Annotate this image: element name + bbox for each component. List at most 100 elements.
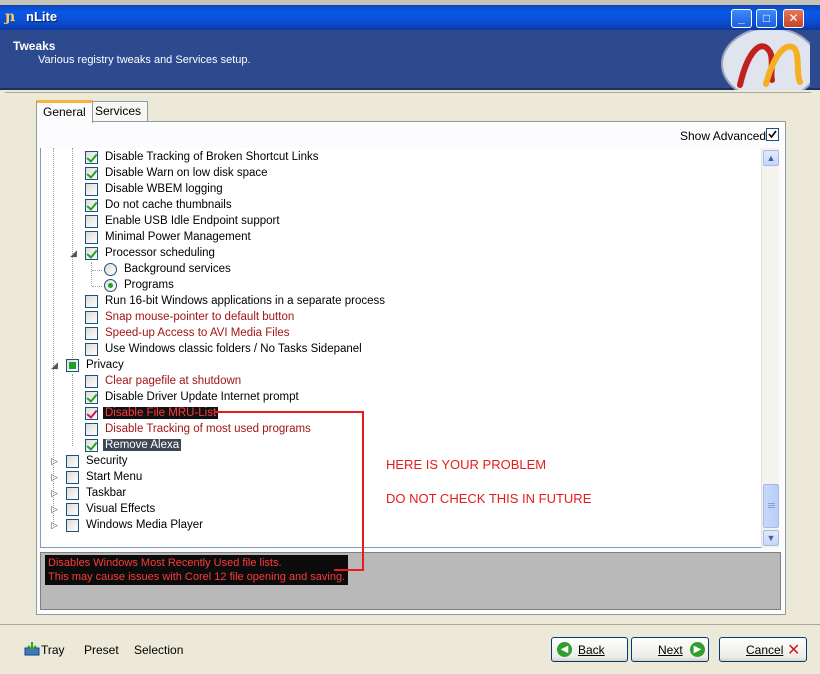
collapse-arrow-icon[interactable]: ◢ xyxy=(51,360,58,371)
tree-checkbox[interactable] xyxy=(85,167,98,180)
description-line-2: This may cause issues with Corel 12 file… xyxy=(48,571,346,583)
tree-checkbox[interactable] xyxy=(85,375,98,388)
annotation-line xyxy=(214,411,364,413)
tree-guide xyxy=(72,148,73,370)
tree-item-label: Speed-up Access to AVI Media Files xyxy=(105,327,290,339)
tree-checkbox[interactable] xyxy=(66,519,79,532)
radio-button[interactable] xyxy=(104,263,117,276)
tree-item-label-selected: Disable File MRU-List xyxy=(103,407,219,419)
expand-arrow-icon[interactable]: ▷ xyxy=(51,504,58,515)
tree-item-label: Clear pagefile at shutdown xyxy=(105,375,242,387)
tree-checkbox[interactable] xyxy=(66,487,79,500)
tree-checkbox[interactable] xyxy=(85,311,98,324)
tree-checkbox[interactable] xyxy=(85,407,98,420)
close-window-button[interactable]: ✕ xyxy=(783,9,804,28)
tweaks-tree[interactable]: Disable Tracking of Broken Shortcut Link… xyxy=(40,148,761,548)
scroll-up-button[interactable]: ▲ xyxy=(763,150,779,166)
expand-arrow-icon[interactable]: ▷ xyxy=(51,472,58,483)
grip-line xyxy=(768,505,775,506)
next-arrow-icon: ▶ xyxy=(690,642,705,657)
description-text: Disables Windows Most Recently Used file… xyxy=(45,555,349,585)
tree-checkbox[interactable] xyxy=(66,503,79,516)
tree-checkbox[interactable] xyxy=(85,151,98,164)
tree-checkbox[interactable] xyxy=(85,247,98,260)
tree-checkbox[interactable] xyxy=(85,423,98,436)
cancel-button[interactable]: Cancel ✕ xyxy=(719,637,807,662)
chevron-up-icon: ▲ xyxy=(766,153,776,163)
tree-checkbox[interactable] xyxy=(85,343,98,356)
tray-icon[interactable] xyxy=(24,642,40,656)
nlite-logo xyxy=(720,30,810,90)
tree-checkbox[interactable] xyxy=(85,439,98,452)
tree-checkbox[interactable] xyxy=(85,215,98,228)
expand-arrow-icon[interactable]: ▷ xyxy=(51,488,58,499)
minimize-button[interactable]: _ xyxy=(731,9,752,28)
tree-checkbox[interactable] xyxy=(85,391,98,404)
annotation-line xyxy=(334,569,364,571)
cancel-label: Cancel xyxy=(746,643,784,657)
tree-item-label: Disable Warn on low disk space xyxy=(105,167,268,179)
tree-item-label: Snap mouse-pointer to default button xyxy=(105,311,295,323)
back-button[interactable]: ◀ Back xyxy=(551,637,628,662)
show-advanced-label: Show Advanced xyxy=(680,129,767,143)
annotation-line xyxy=(362,411,364,571)
expand-arrow-icon[interactable]: ▷ xyxy=(51,520,58,531)
expand-arrow-icon[interactable]: ▷ xyxy=(51,456,58,467)
tree-item-label: Disable Tracking of Broken Shortcut Link… xyxy=(105,151,319,163)
tree-item-label-focused: Remove Alexa xyxy=(103,439,182,451)
tree-guide xyxy=(72,374,73,446)
next-label: Next xyxy=(658,643,683,657)
tree-checkbox[interactable] xyxy=(85,199,98,212)
tree-checkbox[interactable] xyxy=(85,183,98,196)
tray-link[interactable]: Tray xyxy=(41,643,65,657)
show-advanced-checkbox[interactable] xyxy=(766,128,779,141)
tree-guide xyxy=(92,270,102,271)
tree-checkbox[interactable] xyxy=(85,295,98,308)
background-strip xyxy=(0,0,820,5)
scroll-down-button[interactable]: ▼ xyxy=(763,530,779,546)
tree-scrollbar[interactable]: ▲ ▼ xyxy=(761,148,779,548)
tree-item-label: Start Menu xyxy=(86,471,143,483)
tree-item-label: Programs xyxy=(124,279,174,291)
tree-item-label: Taskbar xyxy=(86,487,127,499)
chevron-down-icon: ▼ xyxy=(766,533,776,543)
scroll-thumb[interactable] xyxy=(763,484,779,528)
tree-item-label: Disable WBEM logging xyxy=(105,183,223,195)
tree-checkbox[interactable] xyxy=(66,359,79,372)
maximize-button[interactable]: □ xyxy=(756,9,777,28)
tree-item-label: Run 16-bit Windows applications in a sep… xyxy=(105,295,385,307)
tree-item-label: Do not cache thumbnails xyxy=(105,199,232,211)
tab-services[interactable]: Services xyxy=(88,101,149,122)
collapse-arrow-icon[interactable]: ◢ xyxy=(70,248,77,259)
tree-item-label: Security xyxy=(86,455,128,467)
tab-general[interactable]: General xyxy=(36,100,93,123)
tree-checkbox[interactable] xyxy=(66,455,79,468)
tree-item-label: Processor scheduling xyxy=(105,247,215,259)
tree-item-label: Enable USB Idle Endpoint support xyxy=(105,215,280,227)
tree-item-label: Minimal Power Management xyxy=(105,231,251,243)
page-header: Tweaks Various registry tweaks and Servi… xyxy=(0,30,820,90)
tree-item-label: Background services xyxy=(124,263,231,275)
tree-checkbox[interactable] xyxy=(85,231,98,244)
tree-checkbox[interactable] xyxy=(85,327,98,340)
annotation-text: HERE IS YOUR PROBLEM xyxy=(386,457,547,472)
description-panel: Disables Windows Most Recently Used file… xyxy=(40,552,781,610)
radio-button[interactable] xyxy=(104,279,117,292)
tree-guide xyxy=(53,148,54,526)
window-title: nLite xyxy=(26,9,58,24)
tree-item-label: Disable Tracking of most used programs xyxy=(105,423,311,435)
tree-item-label: Visual Effects xyxy=(86,503,156,515)
tree-item-label: Use Windows classic folders / No Tasks S… xyxy=(105,343,362,355)
next-button[interactable]: Next ▶ xyxy=(631,637,709,662)
preset-link[interactable]: Preset xyxy=(84,643,119,657)
tree-checkbox[interactable] xyxy=(66,471,79,484)
maximize-icon: □ xyxy=(762,11,771,25)
tree-guide xyxy=(91,262,92,286)
tree-item-label: Privacy xyxy=(86,359,124,371)
grip-line xyxy=(768,503,775,504)
page-subtitle: Various registry tweaks and Services set… xyxy=(38,54,251,66)
minimize-icon: _ xyxy=(738,11,745,25)
annotation-text: DO NOT CHECK THIS IN FUTURE xyxy=(386,491,592,506)
selection-link[interactable]: Selection xyxy=(134,643,183,657)
footer-divider xyxy=(0,624,820,625)
